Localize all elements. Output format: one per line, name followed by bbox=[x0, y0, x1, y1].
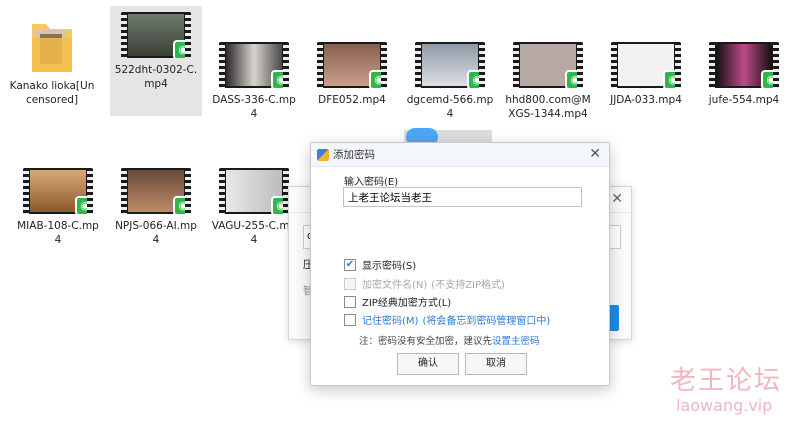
file-name: MIAB-108-C.mp4 bbox=[17, 220, 99, 246]
file-name: VAGU-255-C.mp4 bbox=[211, 220, 297, 246]
checkbox-icon bbox=[344, 313, 356, 326]
checkbox-icon bbox=[344, 295, 356, 308]
password-label: 输入密码(E) bbox=[344, 177, 399, 188]
zip-classic-checkbox[interactable]: ZIP经典加密方式(L) bbox=[344, 294, 451, 309]
watermark-url: laowang.vip bbox=[676, 396, 773, 415]
file-name: hhd800.com@MXGS-1344.mp4 bbox=[505, 94, 591, 120]
cancel-button[interactable]: 取消 bbox=[465, 353, 527, 375]
video-play-icon: ◉ bbox=[173, 196, 191, 214]
video-thumbnail: ◉ bbox=[513, 42, 583, 88]
encrypt-filenames-note: (不支持ZIP格式) bbox=[431, 280, 505, 291]
video-play-icon: ◉ bbox=[369, 70, 387, 88]
video-thumbnail: ◉ bbox=[23, 168, 93, 214]
add-password-dialog: 添加密码 ✕ 输入密码(E) 上老王论坛当老王 ✔ 显示密码(S) 加密文件名(… bbox=[310, 142, 610, 386]
show-password-checkbox[interactable]: ✔ 显示密码(S) bbox=[344, 257, 416, 272]
remember-password-note: (将会备忘到密码管理窗口中) bbox=[422, 316, 551, 327]
video-file-item[interactable]: ◉ DASS-336-C.mp4 bbox=[208, 36, 300, 121]
video-thumbnail: ◉ bbox=[219, 168, 289, 214]
file-name: JJDA-033.mp4 bbox=[610, 94, 682, 106]
video-thumbnail: ◉ bbox=[317, 42, 387, 88]
folder-icon bbox=[30, 18, 74, 74]
encrypt-filenames-label: 加密文件名(N) bbox=[362, 280, 428, 291]
zip-classic-label: ZIP经典加密方式(L) bbox=[362, 298, 452, 309]
video-thumbnail: ◉ bbox=[121, 12, 191, 58]
file-name: DFE052.mp4 bbox=[318, 94, 386, 106]
security-note: 注：密码没有安全加密，建议先设置主密码 bbox=[359, 333, 540, 347]
video-file-item[interactable]: ◉ VAGU-255-C.mp4 bbox=[208, 162, 300, 247]
file-name: Kanako lioka[Uncensored] bbox=[9, 80, 95, 106]
close-icon[interactable]: ✕ bbox=[589, 146, 601, 162]
dialog-title: 添加密码 bbox=[333, 149, 375, 161]
security-note-text: 注：密码没有安全加密，建议先 bbox=[359, 336, 493, 347]
video-play-icon: ◉ bbox=[467, 70, 485, 88]
video-file-item[interactable]: ◉ dgcemd-566.mp4 bbox=[404, 36, 496, 121]
video-thumbnail: ◉ bbox=[709, 42, 779, 88]
video-thumbnail: ◉ bbox=[415, 42, 485, 88]
video-play-icon: ◉ bbox=[271, 196, 289, 214]
video-thumbnail: ◉ bbox=[611, 42, 681, 88]
encrypt-filenames-checkbox: 加密文件名(N) (不支持ZIP格式) bbox=[344, 276, 505, 291]
video-play-icon: ◉ bbox=[565, 70, 583, 88]
video-file-item[interactable]: ◉ jufe-554.mp4 bbox=[698, 36, 790, 107]
checkbox-checked-icon: ✔ bbox=[344, 258, 356, 271]
file-name: dgcemd-566.mp4 bbox=[406, 94, 494, 120]
close-icon[interactable]: ✕ bbox=[611, 191, 623, 207]
video-file-item[interactable]: ◉ hhd800.com@MXGS-1344.mp4 bbox=[502, 36, 594, 121]
video-thumbnail: ◉ bbox=[121, 168, 191, 214]
video-file-item[interactable]: ◉ 522dht-0302-C.mp4 bbox=[110, 6, 202, 116]
folder-item[interactable]: Kanako lioka[Uncensored] bbox=[6, 8, 98, 128]
video-play-icon: ◉ bbox=[75, 196, 93, 214]
remember-password-label: 记住密码(M) bbox=[362, 316, 419, 327]
file-name: jufe-554.mp4 bbox=[708, 94, 780, 106]
video-play-icon: ◉ bbox=[271, 70, 289, 88]
watermark-text: 老王论坛 bbox=[670, 366, 783, 396]
video-file-item[interactable]: ◉ MIAB-108-C.mp4 bbox=[12, 162, 104, 247]
video-play-icon: ◉ bbox=[173, 40, 191, 58]
app-icon bbox=[317, 148, 329, 161]
remember-password-checkbox[interactable]: 记住密码(M) (将会备忘到密码管理窗口中) bbox=[344, 312, 550, 327]
dialog-titlebar: 添加密码 bbox=[311, 143, 609, 167]
video-play-icon: ◉ bbox=[761, 70, 779, 88]
video-file-item[interactable]: ◉ JJDA-033.mp4 bbox=[600, 36, 692, 107]
video-play-icon: ◉ bbox=[663, 70, 681, 88]
file-name: DASS-336-C.mp4 bbox=[212, 94, 296, 120]
checkbox-icon bbox=[344, 277, 356, 290]
file-name: NPJS-066-AI.mp4 bbox=[115, 220, 197, 246]
file-name: 522dht-0302-C.mp4 bbox=[114, 64, 198, 90]
confirm-button[interactable]: 确认 bbox=[397, 353, 459, 375]
password-input[interactable]: 上老王论坛当老王 bbox=[343, 187, 582, 207]
video-file-item[interactable]: ◉ DFE052.mp4 bbox=[306, 36, 398, 107]
set-master-password-link[interactable]: 设置主密码 bbox=[492, 336, 540, 347]
video-thumbnail: ◉ bbox=[219, 42, 289, 88]
video-file-item[interactable]: ◉ NPJS-066-AI.mp4 bbox=[110, 162, 202, 247]
show-password-label: 显示密码(S) bbox=[362, 261, 417, 272]
